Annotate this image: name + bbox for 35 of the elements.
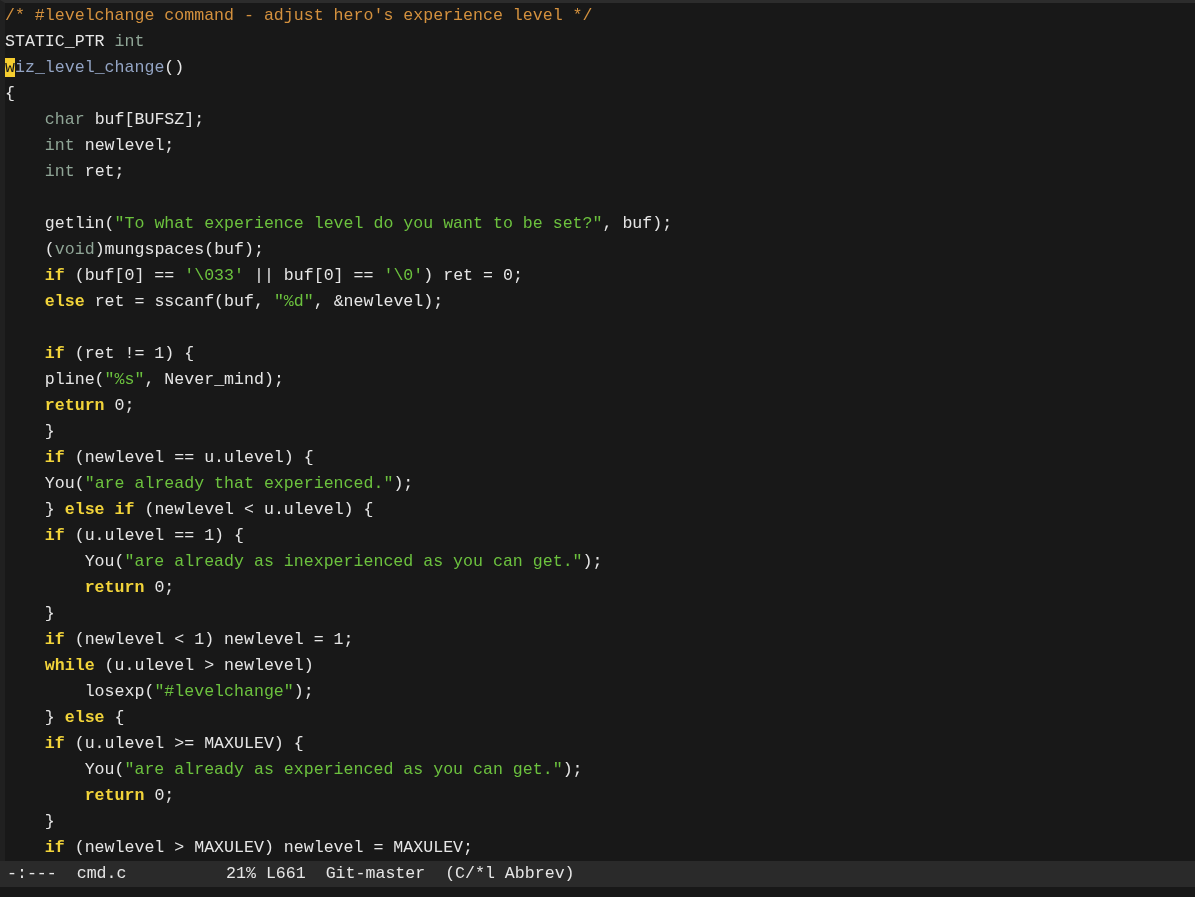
- code-line: if (u.ulevel == 1) {: [43, 525, 245, 547]
- code-line: }: [43, 603, 56, 625]
- cursor-position: 21% L661: [226, 863, 307, 885]
- code-line: if (newlevel < 1) newlevel = 1;: [43, 629, 355, 651]
- buffer-status: -:---: [7, 863, 58, 885]
- code-line: int ret;: [43, 161, 126, 183]
- code-line: You("are already as inexperienced as you can get.");: [83, 551, 604, 573]
- vc-branch: Git-master: [325, 863, 427, 885]
- code-line: return 0;: [83, 577, 176, 599]
- major-mode: (C/*l Abbrev): [445, 863, 575, 885]
- code-line: } else if (newlevel < u.ulevel) {: [43, 499, 375, 521]
- code-line: }: [43, 811, 56, 833]
- code-line: getlin("To what experience level do you want to be set?", buf);: [43, 213, 674, 235]
- code-line: (void)mungspaces(buf);: [43, 239, 265, 261]
- code-line: else ret = sscanf(buf, "%d", &newlevel);: [43, 291, 445, 313]
- code-line: pline("%s", Never_mind);: [43, 369, 285, 391]
- code-line: return 0;: [83, 785, 176, 807]
- code-line: STATIC_PTR int: [5, 31, 146, 53]
- code-line: if (u.ulevel >= MAXULEV) {: [43, 733, 305, 755]
- code-line: You("are already that experienced.");: [43, 473, 415, 495]
- code-line: if (newlevel > MAXULEV) newlevel = MAXULEV;: [43, 837, 475, 859]
- code-line: if (buf[0] == '\033' || buf[0] == '\0') ret = 0;: [43, 265, 524, 287]
- code-line: losexp("#levelchange");: [83, 681, 315, 703]
- code-line: if (newlevel == u.ulevel) {: [43, 447, 315, 469]
- buffer-name: cmd.c: [76, 863, 128, 885]
- code-line: {: [5, 83, 16, 105]
- code-line: /* #levelchange command - adjust hero's experience level */: [5, 5, 594, 27]
- code-line: if (ret != 1) {: [43, 343, 196, 365]
- code-line: while (u.ulevel > newlevel): [43, 655, 315, 677]
- code-line: char buf[BUFSZ];: [43, 109, 206, 131]
- code-line: return 0;: [43, 395, 136, 417]
- code-line: You("are already as experienced as you can get.");: [83, 759, 584, 781]
- code-line: int newlevel;: [43, 135, 176, 157]
- code-line: }: [43, 421, 56, 443]
- code-line: } else {: [43, 707, 126, 729]
